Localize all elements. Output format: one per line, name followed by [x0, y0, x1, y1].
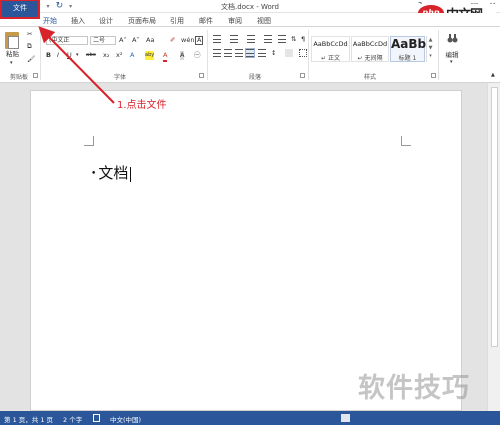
multilevel-list-icon[interactable]: [247, 35, 255, 43]
tab-references[interactable]: 引用: [170, 16, 184, 26]
font-launcher-icon[interactable]: [199, 73, 204, 78]
format-painter-icon[interactable]: 🖌: [27, 55, 35, 64]
document-body-text[interactable]: • 文档: [91, 162, 132, 183]
bullets-icon[interactable]: [213, 35, 221, 43]
document-page[interactable]: • 文档: [30, 90, 462, 411]
binoculars-icon[interactable]: [447, 33, 458, 44]
status-language[interactable]: 中文(中国): [110, 414, 141, 424]
styles-gallery-scroll[interactable]: ▲ ▼ ▾: [426, 36, 434, 62]
style-sample: AaBbCcDd: [313, 40, 348, 48]
align-center-icon[interactable]: [224, 49, 232, 57]
decrease-indent-icon[interactable]: [264, 35, 272, 43]
text-caret: [130, 166, 132, 182]
group-divider: [438, 30, 439, 80]
proofing-icon[interactable]: [93, 414, 100, 422]
font-size-select[interactable]: 二号: [90, 36, 116, 45]
cut-icon[interactable]: ✂: [27, 30, 32, 39]
tab-mailings[interactable]: 邮件: [199, 16, 213, 26]
group-divider: [207, 30, 208, 80]
document-text-content: 文档: [98, 164, 129, 182]
text-effects-icon[interactable]: A: [130, 51, 134, 60]
read-mode-icon[interactable]: [341, 414, 350, 422]
group-label-styles: 样式: [363, 74, 376, 81]
style-heading-1[interactable]: AaBb 标题 1: [390, 36, 427, 62]
underline-dropdown-icon[interactable]: ▾: [76, 51, 79, 60]
status-bar: 第 1 页，共 1 页 2 个字 中文(中国): [0, 411, 500, 425]
style-normal[interactable]: AaBbCcDd ↵ 正文: [311, 36, 350, 62]
tab-page-layout[interactable]: 页面布局: [128, 16, 156, 26]
font-name-select[interactable]: (中文正: [46, 36, 88, 45]
show-marks-icon[interactable]: ¶: [301, 35, 305, 44]
group-label-paragraph: 段落: [248, 74, 261, 81]
strikethrough-icon[interactable]: abc: [86, 51, 96, 60]
font-color-icon[interactable]: A: [163, 51, 168, 62]
borders-icon[interactable]: [299, 49, 307, 57]
numbering-icon[interactable]: [230, 35, 238, 43]
change-case-icon[interactable]: Aa: [146, 36, 154, 45]
group-label-font: 字体: [113, 74, 126, 81]
editing-dropdown-icon[interactable]: ▾: [450, 58, 453, 67]
highlight-icon[interactable]: aby: [145, 51, 155, 60]
tab-insert[interactable]: 插入: [71, 16, 85, 26]
line-spacing-icon[interactable]: ↕: [271, 49, 276, 58]
paste-dropdown-icon[interactable]: ▾: [10, 59, 13, 68]
phonetic-guide-icon[interactable]: wén: [181, 36, 194, 45]
crop-mark-top-right: [401, 136, 411, 146]
annotation-label: 1.点击文件: [117, 100, 167, 111]
tab-view[interactable]: 视图: [257, 16, 271, 26]
style-name: ↵ 正文: [321, 55, 340, 62]
style-sample: AaBbCcDd: [352, 40, 388, 48]
distributed-icon[interactable]: [258, 49, 266, 57]
grow-font-icon[interactable]: A˄: [119, 36, 127, 45]
group-divider: [308, 30, 309, 80]
clear-formatting-icon[interactable]: ✐: [170, 36, 175, 45]
collapse-ribbon-icon[interactable]: ▲: [491, 71, 495, 80]
paste-icon[interactable]: [5, 32, 19, 49]
clipboard-launcher-icon[interactable]: [33, 73, 38, 78]
enclose-characters-icon[interactable]: ㊀: [194, 51, 201, 60]
document-area: • 文档: [0, 83, 500, 411]
paragraph-bullet: •: [91, 169, 97, 179]
underline-icon[interactable]: U: [67, 51, 72, 60]
justify-icon[interactable]: [245, 48, 255, 58]
tab-file[interactable]: 文件: [0, 0, 40, 19]
character-border-icon[interactable]: A: [195, 36, 204, 45]
subscript-icon[interactable]: x₂: [103, 51, 109, 60]
status-word-count[interactable]: 2 个字: [63, 414, 82, 424]
shrink-font-icon[interactable]: A˅: [132, 36, 140, 45]
align-left-icon[interactable]: [213, 49, 221, 57]
style-sample: AaBb: [391, 37, 427, 51]
watermark-text: 软件技巧: [358, 373, 470, 404]
group-label-clipboard: 剪贴板: [9, 74, 28, 81]
paragraph-launcher-icon[interactable]: [300, 73, 305, 78]
scrollbar-thumb[interactable]: [491, 87, 498, 347]
group-divider: [40, 30, 41, 80]
align-right-icon[interactable]: [235, 49, 243, 57]
character-shading-icon[interactable]: A: [180, 51, 185, 60]
crop-mark-top-left: [84, 136, 94, 146]
superscript-icon[interactable]: x²: [116, 51, 122, 60]
copy-icon[interactable]: ⧉: [27, 42, 32, 51]
shading-icon[interactable]: [285, 49, 293, 57]
vertical-scrollbar[interactable]: [487, 83, 500, 411]
status-page-count[interactable]: 第 1 页，共 1 页: [4, 414, 53, 424]
italic-icon[interactable]: I: [57, 51, 59, 60]
style-name: 标题 1: [398, 55, 417, 62]
ribbon: 粘贴 ▾ ✂ ⧉ 🖌 剪贴板 (中文正 二号 A˄ A˅ Aa ✐ wén A …: [0, 27, 500, 83]
ribbon-tabs: 开始 插入 设计 页面布局 引用 邮件 审阅 视图: [0, 13, 500, 27]
paste-button-label[interactable]: 粘贴: [6, 50, 19, 59]
sort-icon[interactable]: ⇅: [291, 35, 296, 44]
style-no-spacing[interactable]: AaBbCcDd ↵ 无间隔: [351, 36, 389, 62]
tab-design[interactable]: 设计: [99, 16, 113, 26]
tab-review[interactable]: 审阅: [228, 16, 242, 26]
styles-launcher-icon[interactable]: [431, 73, 436, 78]
bold-icon[interactable]: B: [46, 51, 51, 60]
increase-indent-icon[interactable]: [278, 35, 286, 43]
style-name: ↵ 无间隔: [357, 55, 383, 62]
tab-home[interactable]: 开始: [43, 16, 57, 26]
